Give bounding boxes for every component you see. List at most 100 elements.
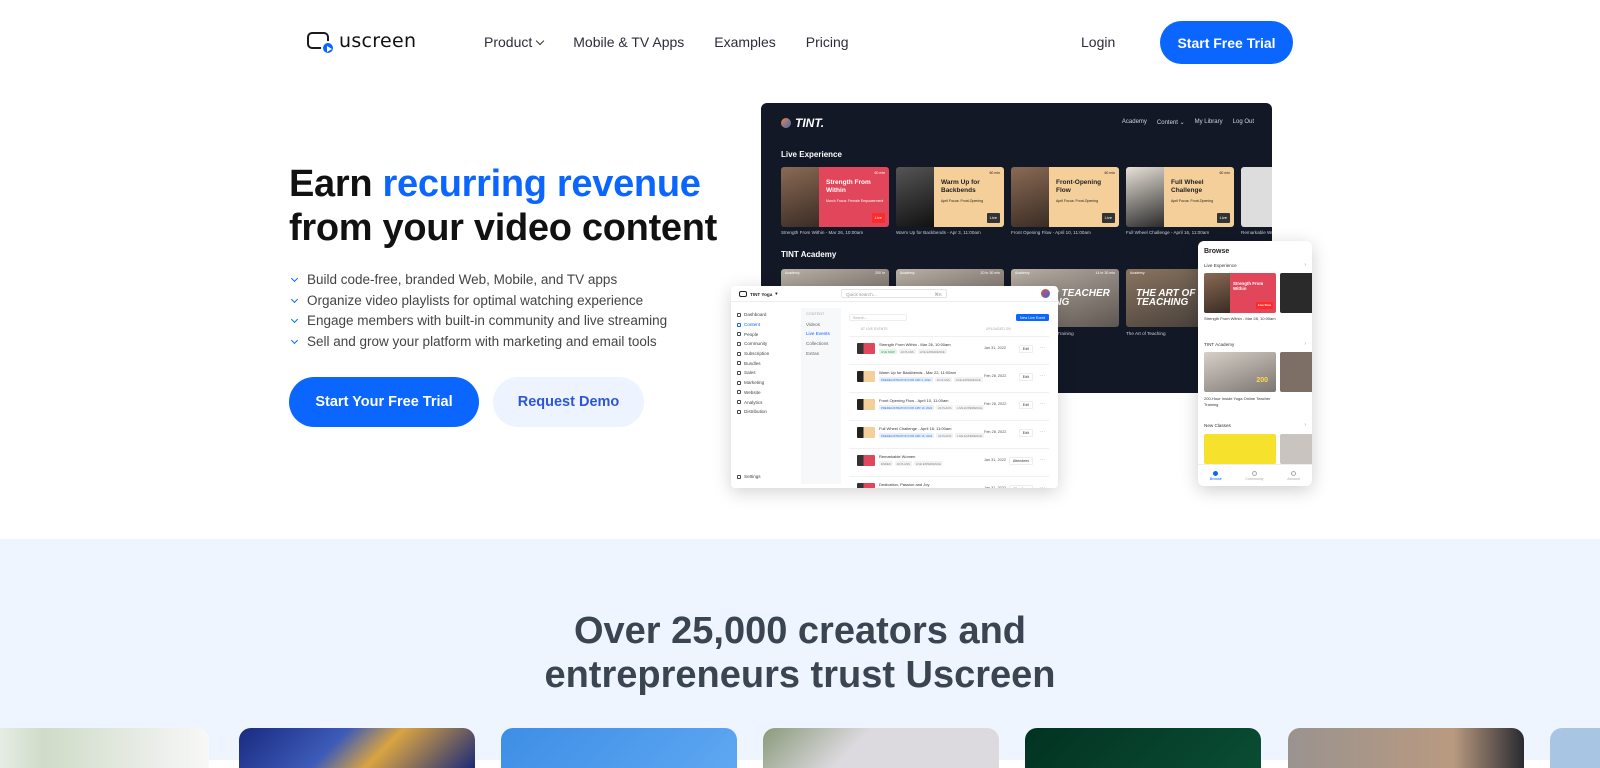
event-row: Full Wheel Challenge - April 16, 11:00am… xyxy=(849,420,1049,448)
menu-item-mobile-tv-apps[interactable]: Mobile & TV Apps xyxy=(573,34,684,50)
phone-section: New Classes xyxy=(1204,423,1231,428)
card-caption: Strength From Within - Mar 26, 10:00am xyxy=(781,230,864,235)
tv-section-academy: TINT Academy xyxy=(781,250,837,259)
subnav-item: Collections xyxy=(806,341,829,347)
feature-item: Engage members with built-in community a… xyxy=(290,311,668,332)
menu-item-product[interactable]: Product xyxy=(484,34,545,50)
admin-quick-search: Quick search... ⌘K xyxy=(841,289,947,298)
phone-section: Live Experience xyxy=(1204,263,1237,268)
event-badges: ENDED 20 PLANS LIVE EXPERIENCE xyxy=(879,461,943,466)
event-thumbnail xyxy=(857,371,875,382)
tv-menu-library: My Library xyxy=(1194,119,1223,125)
feature-item: Sell and grow your platform with marketi… xyxy=(290,332,667,353)
phone-live-card: Strength From Within Live Now xyxy=(1204,273,1276,313)
sidebar-label: Website xyxy=(744,389,761,395)
event-badges: PREREGISTRATION FOR APR 16, 2022 20 PLANS… xyxy=(879,433,985,438)
more-icon: ··· xyxy=(1040,457,1045,463)
tv-live-card: 60 min Full Wheel Challenge April Focus: F… xyxy=(1126,167,1234,227)
card-caption: Front Opening Flow - April 10, 11:00am xyxy=(1011,230,1091,235)
trust-heading-line2: entrepreneurs trust Uscreen xyxy=(544,654,1056,696)
card-subtitle: April Focus: Front-Opening xyxy=(1171,199,1214,203)
event-badge: LIVE EXPERIENCE xyxy=(955,433,985,438)
creator-thumbnail[interactable] xyxy=(1550,728,1600,768)
tv-menu: Academy Content ⌄ My Library Log Out xyxy=(1122,119,1254,126)
admin-search: Search... xyxy=(849,314,907,321)
event-badge: LIVE EXPERIENCE xyxy=(955,405,985,410)
feature-text: Engage members with built-in community a… xyxy=(307,313,668,328)
menu-item-pricing[interactable]: Pricing xyxy=(806,34,849,50)
column-header: 87 LIVE EVENTS xyxy=(861,327,888,331)
subnav-item: Extras xyxy=(806,350,820,356)
tab-label: Community xyxy=(1245,476,1264,481)
creator-thumbnail[interactable] xyxy=(501,728,737,768)
card-tag: Academy xyxy=(785,271,800,275)
more-icon: ··· xyxy=(1040,345,1045,351)
distribution-icon xyxy=(737,409,741,414)
tint-logo-icon xyxy=(781,118,791,128)
admin-sidebar: Dashboard Content People Community Subsc… xyxy=(737,310,787,479)
phone-tab-community: Community xyxy=(1245,470,1264,481)
event-title: Strength From Within - Mar 26, 10:00am xyxy=(879,342,951,347)
card-duration: 60 min xyxy=(1219,171,1230,175)
event-badge: LIVE EXPERIENCE xyxy=(913,461,943,466)
card-tag: Academy xyxy=(900,271,915,275)
tint-brand: TINT. xyxy=(795,116,825,130)
card-duration: 200 hr xyxy=(875,271,885,275)
trust-section: Over 25,000 creators and entrepreneurs tr… xyxy=(0,539,1600,768)
menu-label: Product xyxy=(484,34,533,50)
admin-dashboard-mockup: TINT Yoga ▾ Quick search... ⌘K Dashboard … xyxy=(731,286,1058,488)
start-free-trial-button[interactable]: Start Free Trial xyxy=(1160,21,1293,64)
subnav-header: CONTENT xyxy=(806,312,825,316)
card-caption: The Art of Teaching xyxy=(1126,331,1166,336)
event-thumbnail xyxy=(857,399,875,410)
event-badges: LIVE NOW 20 PLANS LIVE EXPERIENCE xyxy=(879,349,947,354)
new-live-event-button: New Live Event xyxy=(1016,314,1049,321)
card-subtitle: April Focus: Front-Opening xyxy=(1056,199,1099,203)
event-date: Feb 28, 2022 xyxy=(984,402,1007,406)
column-header: UPLOADED ON xyxy=(986,327,1011,331)
chevron-right-icon: › xyxy=(1304,341,1306,347)
admin-main: Search... New Live Event 87 LIVE EVENTS U… xyxy=(843,308,1053,488)
creator-thumbnail[interactable] xyxy=(239,728,475,768)
analytics-icon xyxy=(737,400,741,405)
sidebar-label: Dashboard xyxy=(744,312,767,318)
admin-sidebar-item: Sales xyxy=(737,368,787,378)
phone-live-card-partial xyxy=(1280,273,1312,313)
event-badge: 20 PLANS xyxy=(934,377,952,382)
creator-thumbnail[interactable] xyxy=(1025,728,1261,768)
menu-item-examples[interactable]: Examples xyxy=(714,34,775,50)
creator-thumbnail[interactable] xyxy=(763,728,999,768)
feature-item: Build code-free, branded Web, Mobile, an… xyxy=(290,270,667,291)
start-your-free-trial-button[interactable]: Start Your Free Trial xyxy=(289,377,479,427)
feature-list: Build code-free, branded Web, Mobile, an… xyxy=(290,270,668,353)
event-action-button: Attendees xyxy=(1008,457,1033,465)
event-date: Feb 28, 2022 xyxy=(984,374,1007,378)
creator-thumbnail[interactable] xyxy=(0,728,209,768)
community-icon xyxy=(737,341,741,346)
event-badges: PREREGISTRATION FOR APR 3, 2022 20 PLANS L… xyxy=(879,377,983,382)
phone-academy-card-partial xyxy=(1280,352,1312,392)
phone-title: Browse xyxy=(1204,248,1230,255)
community-icon xyxy=(1251,470,1257,476)
feature-text: Sell and grow your platform with marketi… xyxy=(307,333,657,349)
card-caption: Remarkable Wo xyxy=(1241,230,1272,235)
uscreen-logo[interactable]: uscreen xyxy=(307,30,416,55)
card-duration: 60 min xyxy=(874,171,885,175)
card-subtitle: March Focus: Female Empowerment xyxy=(826,199,884,203)
request-demo-button[interactable]: Request Demo xyxy=(493,377,644,427)
login-link[interactable]: Login xyxy=(1081,34,1115,50)
event-action-button: Edit xyxy=(1018,373,1033,381)
card-caption: Strength From Within - Mar 28, 10:00am xyxy=(1204,316,1276,321)
phone-section: TINT Academy xyxy=(1204,342,1235,347)
creator-thumbnail[interactable] xyxy=(1288,728,1524,768)
tab-label: Browse xyxy=(1209,476,1222,481)
event-row: Strength From Within - Mar 26, 10:00am LI… xyxy=(849,336,1049,364)
phone-academy-card: 200 xyxy=(1204,352,1276,392)
event-badge: ENDED xyxy=(879,461,893,466)
top-navigation: uscreen Product Mobile & TV Apps Example… xyxy=(0,0,1600,86)
event-badge: 20 PLANS xyxy=(898,349,916,354)
admin-sidebar-item: Marketing xyxy=(737,378,787,388)
subnav-item: Live Events xyxy=(806,331,830,337)
event-badge: PREREGISTRATION FOR APR 3, 2022 xyxy=(879,377,933,382)
event-badge: LIVE EXPERIENCE xyxy=(953,377,983,382)
